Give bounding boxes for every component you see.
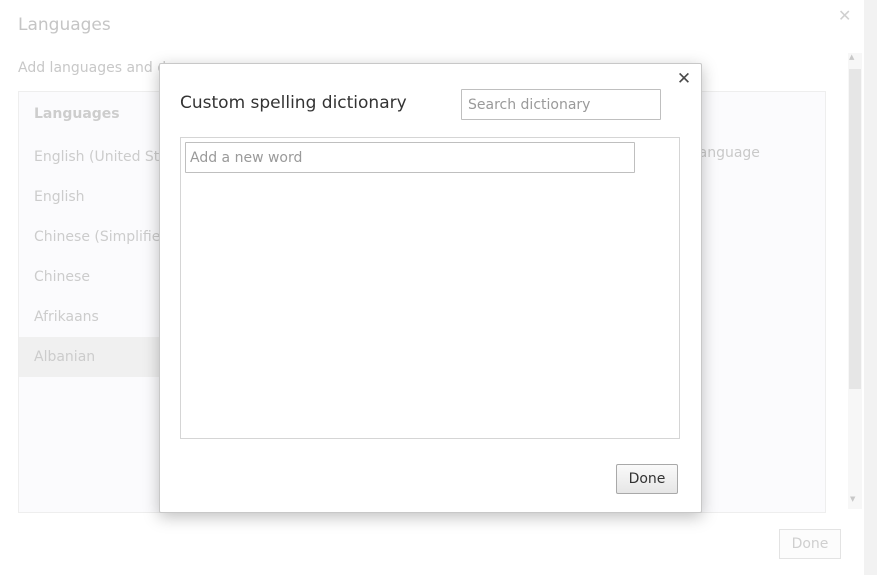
window-edge [864, 0, 877, 575]
language-item-albanian[interactable]: Albanian [19, 337, 179, 377]
search-dictionary-input[interactable] [461, 89, 661, 120]
done-button[interactable]: Done [616, 464, 678, 494]
languages-scrollbar-thumb[interactable] [849, 69, 861, 389]
language-item-chinese-simplified[interactable]: Chinese (Simplified [19, 217, 179, 257]
dialog-title: Custom spelling dictionary [180, 93, 407, 113]
add-word-input[interactable] [185, 142, 635, 173]
scroll-down-arrow-icon[interactable]: ▼ [850, 495, 855, 503]
languages-done-button[interactable]: Done [779, 529, 841, 559]
language-item-afrikaans[interactable]: Afrikaans [19, 297, 179, 337]
languages-title: Languages [18, 15, 111, 35]
scroll-up-arrow-icon[interactable]: ▲ [849, 53, 854, 61]
close-icon[interactable]: ✕ [676, 70, 692, 88]
language-item-english-us[interactable]: English (United Sta [19, 137, 179, 177]
language-item-chinese[interactable]: Chinese [19, 257, 179, 297]
dictionary-word-list [180, 137, 680, 439]
languages-description: Add languages and d [18, 60, 167, 76]
language-item-english[interactable]: English [19, 177, 179, 217]
custom-dictionary-dialog: ✕ Custom spelling dictionary Done [159, 63, 702, 513]
languages-list-header: Languages [34, 106, 120, 122]
languages-close-icon[interactable]: ✕ [838, 6, 851, 25]
